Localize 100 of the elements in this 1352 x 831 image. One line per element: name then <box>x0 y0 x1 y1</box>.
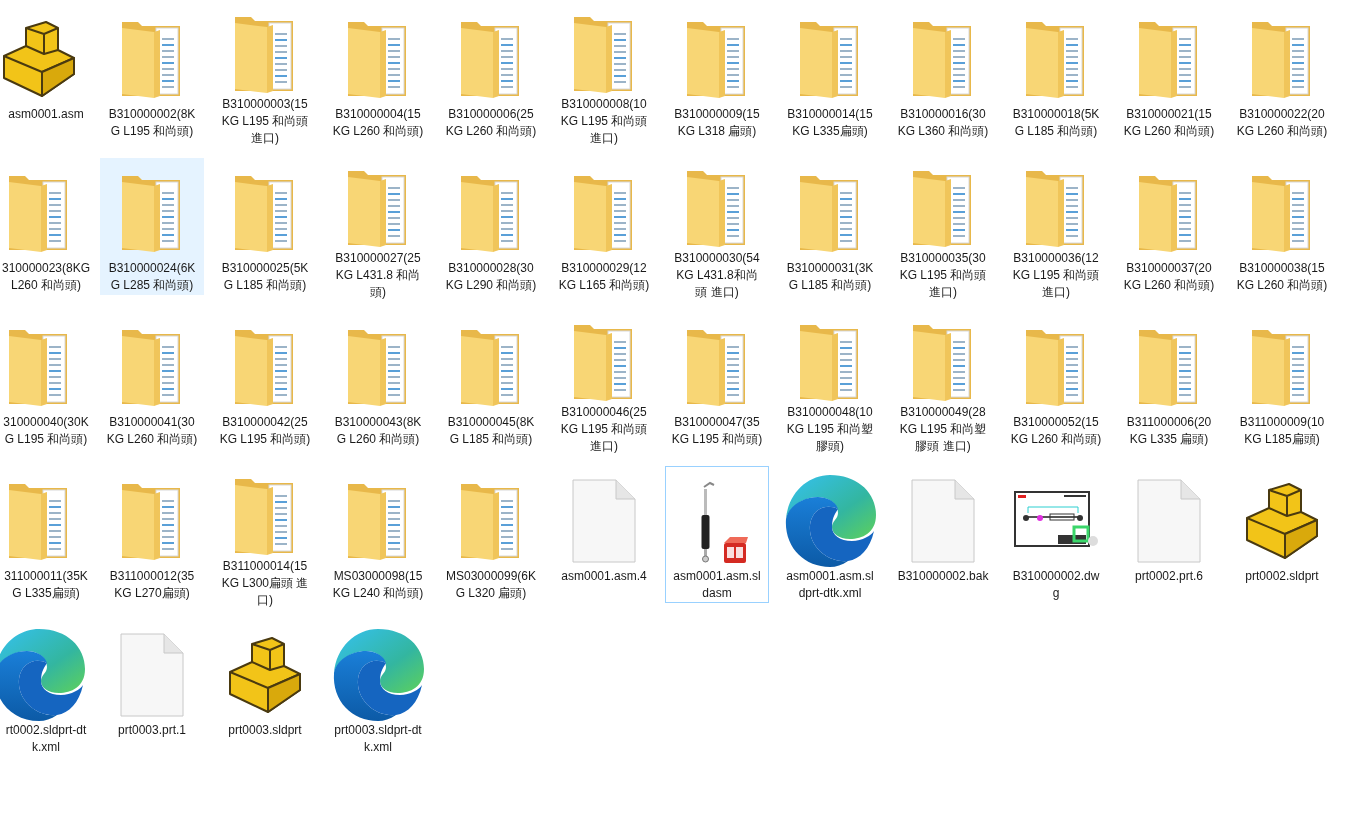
file-name: prt0003.sldprt-dtk.xml <box>333 722 423 756</box>
file-item[interactable]: B310000016(30KG L360 和尚頭) <box>891 4 995 141</box>
file-item[interactable]: asm0001.asm.sldprt-dtk.xml <box>778 466 882 603</box>
file-name: B310000046(25KG L195 和尚頭進口) <box>559 404 649 455</box>
file-name: B310000009(15KG L318 扁頭) <box>673 106 761 140</box>
file-name: B310000024(6KG L285 和尚頭) <box>107 260 197 294</box>
file-item[interactable]: B310000014(15KG L335扁頭) <box>778 4 882 141</box>
file-item[interactable]: 311000011(35KG L335扁頭) <box>0 466 91 603</box>
file-name: B311000009(10KG L185扁頭) <box>1238 414 1326 448</box>
file-name: B310000047(35KG L195 和尚頭) <box>671 414 763 448</box>
file-name: B310000006(25KG L260 和尚頭) <box>445 106 537 140</box>
l-block-icon <box>1243 482 1321 560</box>
file-name: B310000038(15KG L260 和尚頭) <box>1236 260 1328 294</box>
file-name: B310000029(12KG L165 和尚頭) <box>558 260 650 294</box>
file-name: B310000018(5KG L185 和尚頭) <box>1011 106 1101 140</box>
file-name: B310000008(10KG L195 和尚頭進口) <box>559 96 649 147</box>
file-name: asm0001.asm.sldasm <box>672 568 762 602</box>
file-item[interactable]: B310000028(30KG L290 和尚頭) <box>439 158 543 295</box>
file-name: B310000028(30KG L290 和尚頭) <box>445 260 537 294</box>
file-name: rt0002.sldprt-dtk.xml <box>4 722 88 756</box>
file-item[interactable]: B310000018(5KG L185 和尚頭) <box>1004 4 1108 141</box>
file-name: asm0001.asm.4 <box>560 568 648 585</box>
file-item[interactable]: asm0001.asm <box>0 4 91 141</box>
file-item[interactable]: B310000002.bak <box>891 466 995 603</box>
file-item[interactable]: B310000042(25KG L195 和尚頭) <box>213 312 317 449</box>
file-name: B310000003(15KG L195 和尚頭進口) <box>220 96 310 147</box>
file-item[interactable]: 310000023(8KG L260 和尚頭) <box>0 158 91 295</box>
file-item[interactable]: MS03000098(15KG L240 和尚頭) <box>326 466 430 603</box>
file-name: 311000011(35KG L335扁頭) <box>3 568 89 602</box>
file-item[interactable]: B310000037(20KG L260 和尚頭) <box>1117 158 1221 295</box>
file-icon <box>911 479 975 563</box>
file-icon <box>572 479 636 563</box>
file-name: prt0002.sldprt <box>1244 568 1320 585</box>
file-name: B310000022(20KG L260 和尚頭) <box>1236 106 1328 140</box>
file-name: B310000037(20KG L260 和尚頭) <box>1123 260 1215 294</box>
file-item[interactable]: B310000029(12KG L165 和尚頭) <box>552 158 656 295</box>
file-name: asm0001.asm.sldprt-dtk.xml <box>785 568 875 602</box>
file-name: prt0003.prt.1 <box>116 722 187 739</box>
file-name: B310000031(3KG L185 和尚頭) <box>785 260 875 294</box>
file-item[interactable]: B310000038(15KG L260 和尚頭) <box>1230 158 1334 295</box>
file-item[interactable]: B310000031(3KG L185 和尚頭) <box>778 158 882 295</box>
file-name: B310000049(28KG L195 和尚塑膠頭 進口) <box>898 404 988 455</box>
file-name: B310000002.dwg <box>1011 568 1101 602</box>
file-name: B310000025(5KG L185 和尚頭) <box>220 260 310 294</box>
file-item[interactable]: prt0003.prt.1 <box>100 620 204 757</box>
file-icon <box>120 633 184 717</box>
file-item[interactable]: asm0001.asm.4 <box>552 466 656 603</box>
file-item[interactable]: B310000006(25KG L260 和尚頭) <box>439 4 543 141</box>
file-item[interactable]: B311000009(10KG L185扁頭) <box>1230 312 1334 449</box>
file-item[interactable]: B310000025(5KG L185 和尚頭) <box>213 158 317 295</box>
file-name: B310000016(30KG L360 和尚頭) <box>897 106 989 140</box>
file-name: asm0001.asm <box>7 106 85 123</box>
file-item[interactable]: 310000040(30KG L195 和尚頭) <box>0 312 91 449</box>
file-item[interactable]: B311000006(20KG L335 扁頭) <box>1117 312 1221 449</box>
l-block-icon <box>226 636 304 714</box>
file-name: B310000035(30KG L195 和尚頭進口) <box>898 250 988 301</box>
file-item[interactable]: B310000024(6KG L285 和尚頭) <box>100 158 204 295</box>
file-name: B311000014(15KG L300扁頭 進口) <box>220 558 310 609</box>
file-name: prt0003.sldprt <box>227 722 303 739</box>
file-item[interactable]: B310000002(8KG L195 和尚頭) <box>100 4 204 141</box>
file-item[interactable]: B311000012(35KG L270扁頭) <box>100 466 204 603</box>
file-name: 310000040(30KG L195 和尚頭) <box>2 414 90 448</box>
file-item[interactable]: B310000045(8KG L185 和尚頭) <box>439 312 543 449</box>
file-name: B310000036(12KG L195 和尚頭進口) <box>1011 250 1101 301</box>
file-name: B310000021(15KG L260 和尚頭) <box>1123 106 1215 140</box>
file-item[interactable]: prt0002.prt.6 <box>1117 466 1221 603</box>
file-item[interactable]: B310000021(15KG L260 和尚頭) <box>1117 4 1221 141</box>
file-name: B310000042(25KG L195 和尚頭) <box>219 414 311 448</box>
file-name: MS03000099(6KG L320 扁頭) <box>445 568 537 602</box>
file-name: B310000052(15KG L260 和尚頭) <box>1010 414 1102 448</box>
file-name: 310000023(8KG L260 和尚頭) <box>1 260 91 294</box>
file-name: B310000030(54KG L431.8和尚頭 進口) <box>673 250 761 301</box>
file-item[interactable]: prt0003.sldprt <box>213 620 317 757</box>
file-name: MS03000098(15KG L240 和尚頭) <box>332 568 424 602</box>
file-item[interactable]: B310000052(15KG L260 和尚頭) <box>1004 312 1108 449</box>
file-name: B310000045(8KG L185 和尚頭) <box>446 414 536 448</box>
file-item[interactable]: B310000043(8KG L260 和尚頭) <box>326 312 430 449</box>
file-item[interactable]: B310000022(20KG L260 和尚頭) <box>1230 4 1334 141</box>
file-name: B311000012(35KG L270扁頭) <box>108 568 196 602</box>
file-name: B311000006(20KG L335 扁頭) <box>1125 414 1213 448</box>
file-item[interactable]: rt0002.sldprt-dtk.xml <box>0 620 91 757</box>
file-item[interactable]: B310000047(35KG L195 和尚頭) <box>665 312 769 449</box>
file-item[interactable]: B310000041(30KG L260 和尚頭) <box>100 312 204 449</box>
file-name: B310000014(15KG L335扁頭) <box>786 106 874 140</box>
l-block-icon <box>0 20 78 98</box>
file-item[interactable]: prt0003.sldprt-dtk.xml <box>326 620 430 757</box>
file-item[interactable]: B310000004(15KG L260 和尚頭) <box>326 4 430 141</box>
file-item[interactable]: MS03000099(6KG L320 扁頭) <box>439 466 543 603</box>
file-name: B310000027(25KG L431.8 和尚頭) <box>334 250 422 301</box>
file-name: B310000041(30KG L260 和尚頭) <box>106 414 198 448</box>
file-name: B310000002(8KG L195 和尚頭) <box>107 106 197 140</box>
swirl-icon <box>0 627 87 723</box>
file-icon <box>1137 479 1201 563</box>
file-name: B310000048(10KG L195 和尚塑膠頭) <box>785 404 875 455</box>
file-name: B310000043(8KG L260 和尚頭) <box>333 414 423 448</box>
file-item[interactable]: prt0002.sldprt <box>1230 466 1334 603</box>
file-item[interactable]: asm0001.asm.sldasm <box>665 466 769 603</box>
file-item[interactable]: B310000002.dwg <box>1004 466 1108 603</box>
file-name: B310000002.bak <box>897 568 989 585</box>
file-item[interactable]: B310000009(15KG L318 扁頭) <box>665 4 769 141</box>
